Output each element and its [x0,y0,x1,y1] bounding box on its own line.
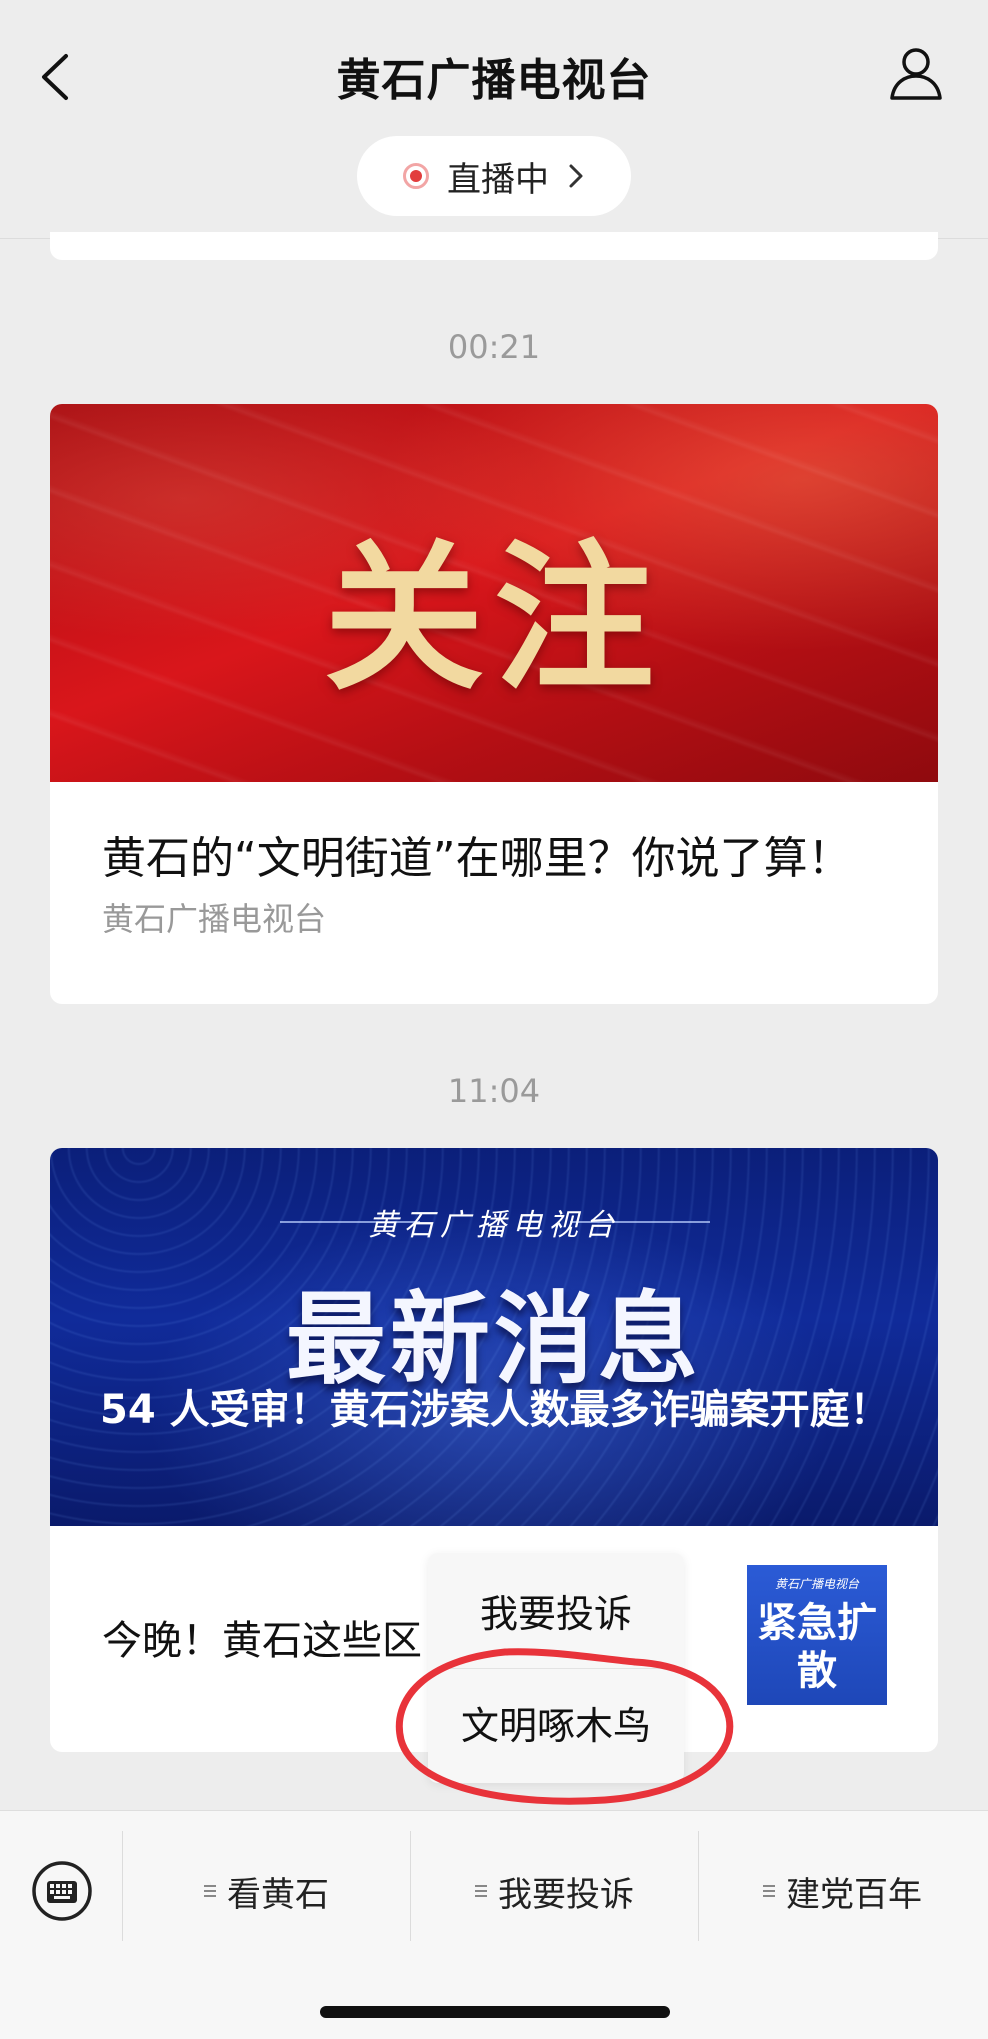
submenu-popup: 我要投诉 文明啄木鸟 [428,1553,684,1783]
live-button[interactable]: 直播中 [357,136,631,216]
divider [448,1668,664,1669]
submenu-item-civilization-woodpecker[interactable]: 文明啄木鸟 [428,1695,684,1750]
top-nav-bar: 黄石广播电视台 直播中 [0,0,988,239]
article-cover-image: 关注 [50,404,938,782]
message-timestamp: 11:04 [447,1072,541,1110]
thumbnail-text: 紧急扩散 [757,1600,877,1694]
previous-card-edge [50,232,938,260]
cover-subtitle: 黄石广播电视台 [368,1208,620,1243]
home-indicator[interactable] [320,2006,670,2018]
menu-item-kan-huangshi[interactable]: 看黄石 [122,1861,410,1921]
sub-article-thumbnail[interactable]: 黄石广播电视台 紧急扩散 [747,1565,887,1705]
menu-item-label: 看黄石 [227,1874,329,1915]
article-source: 黄石广播电视台 [102,900,327,938]
menu-item-party-centenary[interactable]: 建党百年 [698,1861,986,1921]
message-timestamp: 00:21 [447,328,541,366]
menu-lines-icon [204,1885,216,1897]
page-title: 黄石广播电视台 [336,55,652,106]
article-cover-image: 黄石广播电视台 最新消息 54 人受审！黄石涉案人数最多诈骗案开庭！ [50,1148,938,1526]
keyboard-icon [32,1861,92,1921]
menu-item-label: 我要投诉 [498,1874,634,1915]
article-headline: 54 人受审！黄石涉案人数最多诈骗案开庭！ [100,1387,890,1433]
profile-button[interactable] [884,42,948,106]
menu-item-complaint[interactable]: 我要投诉 [410,1861,698,1921]
article-card[interactable]: 关注 黄石的“文明街道”在哪里？你说了算！ 黄石广播电视台 [50,404,938,1004]
thumbnail-caption: 黄石广播电视台 [774,1577,859,1591]
live-label: 直播中 [447,159,549,200]
sub-article-title[interactable]: 今晚！黄石这些区 [102,1608,422,1666]
bottom-menu-bar: 看黄石 我要投诉 建党百年 [0,1810,988,2039]
submenu-item-complaint[interactable]: 我要投诉 [428,1583,684,1638]
chevron-right-icon [569,164,583,188]
menu-lines-icon [763,1885,775,1897]
live-dot-icon [403,163,429,189]
keyboard-toggle-button[interactable] [30,1859,94,1923]
article-title: 黄石的“文明街道”在哪里？你说了算！ [102,833,852,884]
user-icon [890,48,942,100]
menu-lines-icon [475,1885,487,1897]
cover-text: 关注 [323,524,664,712]
menu-item-label: 建党百年 [786,1874,922,1915]
